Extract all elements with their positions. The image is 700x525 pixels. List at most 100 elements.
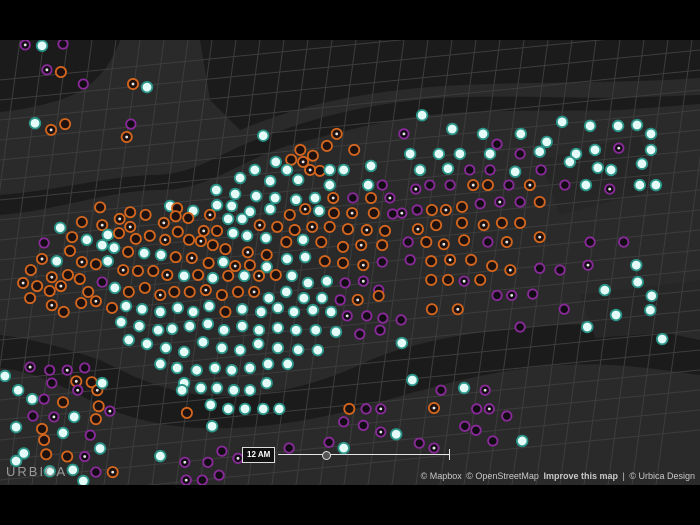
station-marker-orange[interactable] <box>355 239 368 252</box>
station-marker-orange[interactable] <box>271 220 284 233</box>
station-marker-orange[interactable] <box>232 285 244 298</box>
time-track[interactable] <box>278 451 450 460</box>
station-marker-purple[interactable] <box>213 469 225 481</box>
station-marker-white[interactable] <box>177 345 191 359</box>
station-marker-white[interactable] <box>280 285 293 299</box>
station-marker-white[interactable] <box>509 165 522 178</box>
station-marker-white[interactable] <box>254 305 268 319</box>
station-marker-white[interactable] <box>107 241 121 255</box>
station-marker-purple[interactable] <box>527 288 539 300</box>
station-marker-purple[interactable] <box>357 275 369 287</box>
station-marker-purple[interactable] <box>375 426 387 438</box>
station-marker-white[interactable] <box>516 434 529 448</box>
station-marker-orange[interactable] <box>514 216 527 229</box>
station-marker-orange[interactable] <box>365 191 377 204</box>
station-marker-orange[interactable] <box>202 256 215 269</box>
station-marker-white[interactable] <box>238 269 251 283</box>
station-marker-purple[interactable] <box>357 419 369 431</box>
station-marker-white[interactable] <box>35 40 49 52</box>
station-marker-white[interactable] <box>222 402 235 416</box>
station-marker-orange[interactable] <box>294 143 307 156</box>
station-marker-orange[interactable] <box>113 227 125 240</box>
station-marker-white[interactable] <box>301 276 315 290</box>
station-marker-orange[interactable] <box>54 280 67 293</box>
station-marker-purple[interactable] <box>72 384 84 396</box>
station-marker-orange[interactable] <box>204 208 216 221</box>
station-marker-purple[interactable] <box>514 321 526 333</box>
station-marker-purple[interactable] <box>384 192 396 204</box>
station-marker-white[interactable] <box>630 258 643 272</box>
station-marker-white[interactable] <box>236 212 249 226</box>
station-marker-orange[interactable] <box>372 289 385 302</box>
station-marker-purple[interactable] <box>458 275 470 287</box>
station-marker-purple[interactable] <box>483 403 495 415</box>
station-marker-purple[interactable] <box>77 78 89 90</box>
station-marker-orange[interactable] <box>215 288 228 301</box>
station-marker-white[interactable] <box>269 155 282 169</box>
station-marker-purple[interactable] <box>584 236 596 248</box>
station-marker-white[interactable] <box>457 381 471 395</box>
station-marker-purple[interactable] <box>125 118 137 130</box>
station-marker-purple[interactable] <box>534 262 546 274</box>
station-marker-orange[interactable] <box>428 402 440 415</box>
station-marker-orange[interactable] <box>500 236 513 249</box>
station-marker-white[interactable] <box>0 369 12 383</box>
station-marker-white[interactable] <box>54 221 67 234</box>
station-marker-orange[interactable] <box>36 252 48 265</box>
station-marker-white[interactable] <box>598 283 611 297</box>
station-marker-orange[interactable] <box>17 276 30 289</box>
station-marker-purple[interactable] <box>503 179 515 191</box>
station-marker-white[interactable] <box>271 341 285 355</box>
station-marker-orange[interactable] <box>157 216 170 229</box>
station-marker-orange[interactable] <box>122 285 135 298</box>
station-marker-purple[interactable] <box>424 179 436 191</box>
station-marker-white[interactable] <box>114 315 128 329</box>
station-marker-orange[interactable] <box>523 179 536 192</box>
station-marker-orange[interactable] <box>253 269 265 282</box>
station-marker-orange[interactable] <box>430 219 443 232</box>
station-marker-white[interactable] <box>217 323 231 337</box>
station-marker-white[interactable] <box>238 402 252 416</box>
station-marker-white[interactable] <box>166 322 179 336</box>
station-marker-orange[interactable] <box>248 285 261 298</box>
station-marker-orange[interactable] <box>113 212 126 225</box>
station-marker-purple[interactable] <box>559 179 571 191</box>
station-marker-white[interactable] <box>12 384 25 397</box>
station-marker-orange[interactable] <box>467 179 480 192</box>
station-marker-orange[interactable] <box>131 264 144 277</box>
station-marker-orange[interactable] <box>425 255 438 268</box>
station-marker-white[interactable] <box>299 250 312 264</box>
station-marker-white[interactable] <box>591 161 604 174</box>
station-marker-orange[interactable] <box>138 281 151 294</box>
station-marker-purple[interactable] <box>104 405 116 417</box>
station-marker-white[interactable] <box>96 238 109 252</box>
osm-attribution-link[interactable]: © OpenStreetMap <box>466 471 539 481</box>
station-marker-white[interactable] <box>243 384 257 397</box>
station-marker-white[interactable] <box>101 254 115 268</box>
station-marker-orange[interactable] <box>241 246 254 259</box>
station-marker-orange[interactable] <box>169 210 182 223</box>
station-marker-purple[interactable] <box>471 403 483 415</box>
station-marker-orange[interactable] <box>444 253 457 266</box>
station-marker-white[interactable] <box>236 303 249 316</box>
station-marker-orange[interactable] <box>185 252 198 265</box>
station-marker-orange[interactable] <box>129 232 142 245</box>
time-slider-handle[interactable] <box>322 451 331 460</box>
station-marker-purple[interactable] <box>402 236 414 248</box>
station-marker-white[interactable] <box>476 127 490 141</box>
station-marker-white[interactable] <box>281 357 294 371</box>
station-marker-white[interactable] <box>210 183 223 197</box>
station-marker-purple[interactable] <box>179 456 191 468</box>
time-slider[interactable]: 12 AM <box>242 446 450 463</box>
station-marker-white[interactable] <box>644 143 658 157</box>
station-marker-white[interactable] <box>257 129 270 142</box>
station-marker-white[interactable] <box>311 343 324 357</box>
station-marker-white[interactable] <box>289 323 303 337</box>
station-marker-purple[interactable] <box>398 128 410 140</box>
station-marker-purple[interactable] <box>482 236 494 248</box>
station-marker-purple[interactable] <box>618 236 630 248</box>
station-marker-white[interactable] <box>644 127 658 141</box>
station-marker-purple[interactable] <box>38 237 50 249</box>
station-marker-orange[interactable] <box>199 284 212 297</box>
station-marker-white[interactable] <box>579 178 593 192</box>
